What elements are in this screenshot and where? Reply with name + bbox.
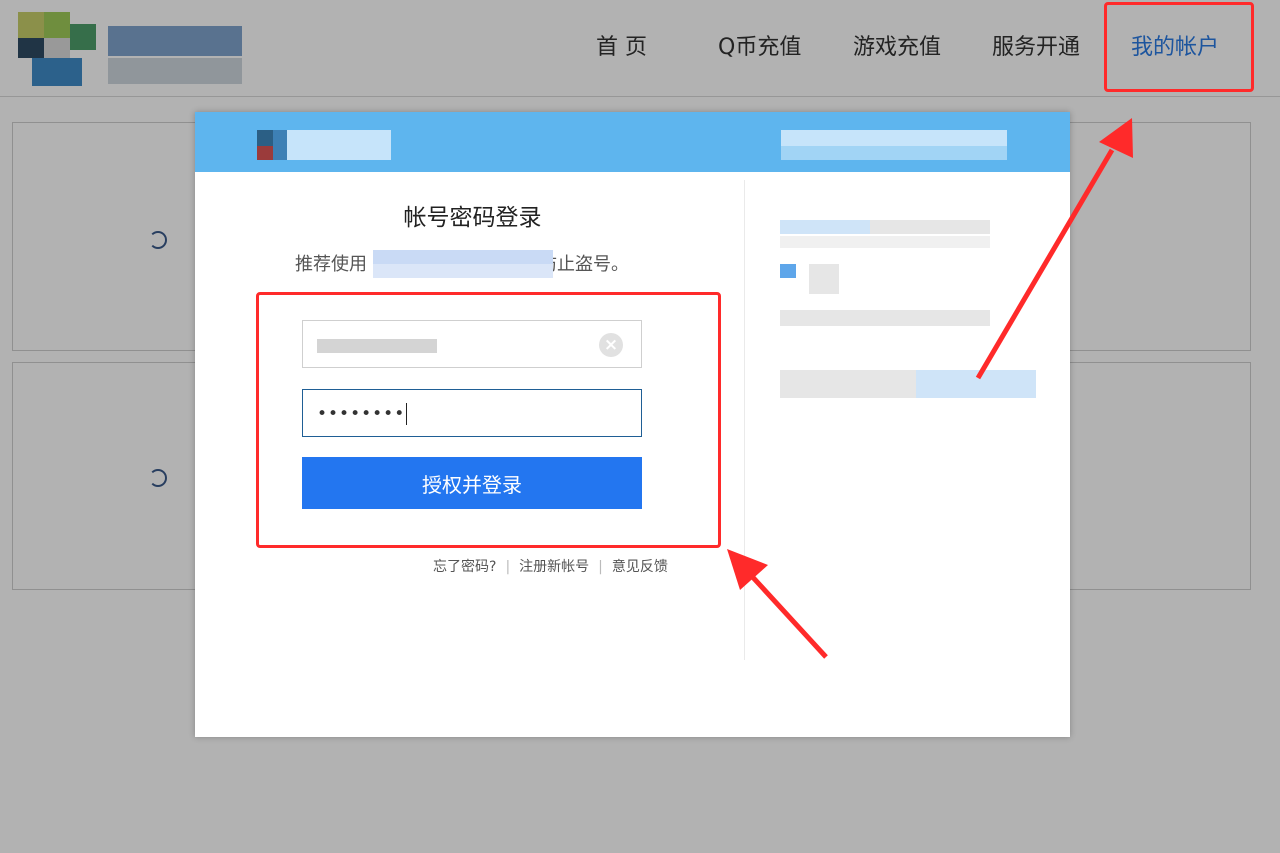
modal-header (195, 112, 1070, 172)
feedback-link[interactable]: 意见反馈 (612, 559, 668, 575)
annotation-box-my-account (1104, 2, 1254, 92)
redacted-info (780, 220, 870, 234)
forgot-password-link[interactable]: 忘了密码? (433, 559, 496, 575)
login-links: 忘了密码? | 注册新帐号 | 意见反馈 (433, 559, 668, 575)
login-subtitle-prefix: 推荐使用 (295, 254, 367, 275)
annotation-box-login-form (256, 292, 721, 548)
login-title: 帐号密码登录 (403, 205, 542, 231)
register-account-link[interactable]: 注册新帐号 (519, 559, 589, 575)
redacted-link-highlight (373, 250, 553, 264)
modal-divider (744, 180, 745, 660)
